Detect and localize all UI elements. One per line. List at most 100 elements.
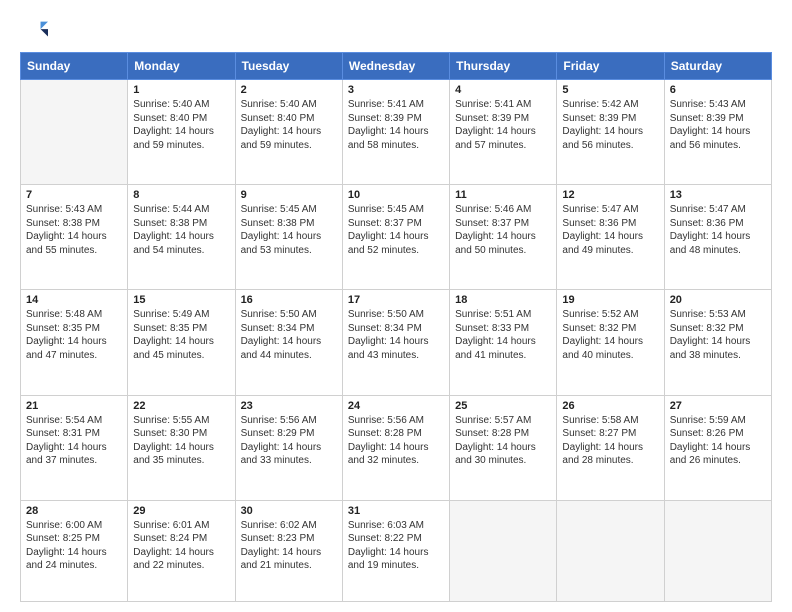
logo-icon [20,16,48,44]
calendar-cell: 12 Sunrise: 5:47 AM Sunset: 8:36 PM Dayli… [557,185,664,290]
calendar-table: SundayMondayTuesdayWednesdayThursdayFrid… [20,52,772,602]
calendar-cell: 2 Sunrise: 5:40 AM Sunset: 8:40 PM Daylig… [235,80,342,185]
calendar-week-row: 14 Sunrise: 5:48 AM Sunset: 8:35 PM Dayli… [21,290,772,395]
day-info: Sunrise: 5:59 AM Sunset: 8:26 PM Dayligh… [670,414,766,468]
calendar-cell: 27 Sunrise: 5:59 AM Sunset: 8:26 PM Dayli… [664,395,771,500]
calendar-week-row: 1 Sunrise: 5:40 AM Sunset: 8:40 PM Daylig… [21,80,772,185]
day-info: Sunrise: 5:57 AM Sunset: 8:28 PM Dayligh… [455,414,551,468]
calendar-cell: 3 Sunrise: 5:41 AM Sunset: 8:39 PM Daylig… [342,80,449,185]
day-info: Sunrise: 5:41 AM Sunset: 8:39 PM Dayligh… [455,98,551,152]
calendar-week-row: 21 Sunrise: 5:54 AM Sunset: 8:31 PM Dayli… [21,395,772,500]
calendar-cell [21,80,128,185]
day-number: 3 [348,84,444,96]
day-info: Sunrise: 5:40 AM Sunset: 8:40 PM Dayligh… [241,98,337,152]
day-number: 19 [562,294,658,306]
day-info: Sunrise: 5:47 AM Sunset: 8:36 PM Dayligh… [670,203,766,257]
calendar-cell: 17 Sunrise: 5:50 AM Sunset: 8:34 PM Dayli… [342,290,449,395]
calendar-cell: 13 Sunrise: 5:47 AM Sunset: 8:36 PM Dayli… [664,185,771,290]
calendar-cell: 4Sunrise: 5:41 AM Sunset: 8:39 PM Daylig… [450,80,557,185]
calendar-cell: 9 Sunrise: 5:45 AM Sunset: 8:38 PM Daylig… [235,185,342,290]
calendar-day-header: Friday [557,53,664,80]
calendar-cell: 1 Sunrise: 5:40 AM Sunset: 8:40 PM Daylig… [128,80,235,185]
day-info: Sunrise: 6:01 AM Sunset: 8:24 PM Dayligh… [133,519,229,573]
calendar-cell: 18Sunrise: 5:51 AM Sunset: 8:33 PM Dayli… [450,290,557,395]
calendar-cell: 15 Sunrise: 5:49 AM Sunset: 8:35 PM Dayli… [128,290,235,395]
day-number: 30 [241,505,337,517]
day-number: 23 [241,400,337,412]
day-info: Sunrise: 5:58 AM Sunset: 8:27 PM Dayligh… [562,414,658,468]
day-number: 16 [241,294,337,306]
day-number: 27 [670,400,766,412]
day-info: Sunrise: 5:47 AM Sunset: 8:36 PM Dayligh… [562,203,658,257]
page: SundayMondayTuesdayWednesdayThursdayFrid… [0,0,792,612]
day-number: 31 [348,505,444,517]
day-number: 14 [26,294,122,306]
day-number: 24 [348,400,444,412]
day-info: Sunrise: 5:49 AM Sunset: 8:35 PM Dayligh… [133,308,229,362]
calendar-header-row: SundayMondayTuesdayWednesdayThursdayFrid… [21,53,772,80]
day-number: 1 [133,84,229,96]
calendar-cell: 14 Sunrise: 5:48 AM Sunset: 8:35 PM Dayli… [21,290,128,395]
day-number: 28 [26,505,122,517]
day-info: Sunrise: 5:46 AM Sunset: 8:37 PM Dayligh… [455,203,551,257]
day-info: Sunrise: 5:54 AM Sunset: 8:31 PM Dayligh… [26,414,122,468]
day-number: 5 [562,84,658,96]
day-info: Sunrise: 5:48 AM Sunset: 8:35 PM Dayligh… [26,308,122,362]
day-number: 15 [133,294,229,306]
day-number: 11 [455,189,551,201]
day-number: 12 [562,189,658,201]
calendar-cell: 26 Sunrise: 5:58 AM Sunset: 8:27 PM Dayli… [557,395,664,500]
day-info: Sunrise: 5:44 AM Sunset: 8:38 PM Dayligh… [133,203,229,257]
calendar-cell: 8 Sunrise: 5:44 AM Sunset: 8:38 PM Daylig… [128,185,235,290]
day-info: Sunrise: 5:45 AM Sunset: 8:37 PM Dayligh… [348,203,444,257]
calendar-cell [664,500,771,601]
day-info: Sunrise: 5:41 AM Sunset: 8:39 PM Dayligh… [348,98,444,152]
day-number: 10 [348,189,444,201]
day-number: 13 [670,189,766,201]
calendar-cell: 11 Sunrise: 5:46 AM Sunset: 8:37 PM Dayli… [450,185,557,290]
calendar-week-row: 28 Sunrise: 6:00 AM Sunset: 8:25 PM Dayli… [21,500,772,601]
calendar-cell: 25 Sunrise: 5:57 AM Sunset: 8:28 PM Dayli… [450,395,557,500]
day-number: 21 [26,400,122,412]
day-info: Sunrise: 5:50 AM Sunset: 8:34 PM Dayligh… [348,308,444,362]
day-number: 26 [562,400,658,412]
calendar-cell: 28 Sunrise: 6:00 AM Sunset: 8:25 PM Dayli… [21,500,128,601]
calendar-cell: 21 Sunrise: 5:54 AM Sunset: 8:31 PM Dayli… [21,395,128,500]
day-number: 29 [133,505,229,517]
day-info: Sunrise: 5:42 AM Sunset: 8:39 PM Dayligh… [562,98,658,152]
day-info: Sunrise: 6:02 AM Sunset: 8:23 PM Dayligh… [241,519,337,573]
calendar-day-header: Saturday [664,53,771,80]
calendar-week-row: 7Sunrise: 5:43 AM Sunset: 8:38 PM Daylig… [21,185,772,290]
day-info: Sunrise: 5:53 AM Sunset: 8:32 PM Dayligh… [670,308,766,362]
day-number: 7 [26,189,122,201]
calendar-cell [557,500,664,601]
calendar-day-header: Sunday [21,53,128,80]
day-info: Sunrise: 5:45 AM Sunset: 8:38 PM Dayligh… [241,203,337,257]
day-number: 17 [348,294,444,306]
day-info: Sunrise: 5:40 AM Sunset: 8:40 PM Dayligh… [133,98,229,152]
day-info: Sunrise: 5:52 AM Sunset: 8:32 PM Dayligh… [562,308,658,362]
calendar-day-header: Wednesday [342,53,449,80]
calendar-cell [450,500,557,601]
calendar-cell: 30 Sunrise: 6:02 AM Sunset: 8:23 PM Dayli… [235,500,342,601]
day-info: Sunrise: 6:00 AM Sunset: 8:25 PM Dayligh… [26,519,122,573]
calendar-day-header: Tuesday [235,53,342,80]
calendar-cell: 19 Sunrise: 5:52 AM Sunset: 8:32 PM Dayli… [557,290,664,395]
calendar-cell: 24Sunrise: 5:56 AM Sunset: 8:28 PM Dayli… [342,395,449,500]
day-number: 25 [455,400,551,412]
calendar-cell: 5 Sunrise: 5:42 AM Sunset: 8:39 PM Daylig… [557,80,664,185]
day-info: Sunrise: 5:43 AM Sunset: 8:39 PM Dayligh… [670,98,766,152]
day-number: 18 [455,294,551,306]
calendar-cell: 22Sunrise: 5:55 AM Sunset: 8:30 PM Dayli… [128,395,235,500]
calendar-cell: 10 Sunrise: 5:45 AM Sunset: 8:37 PM Dayli… [342,185,449,290]
calendar-cell: 20Sunrise: 5:53 AM Sunset: 8:32 PM Dayli… [664,290,771,395]
day-number: 9 [241,189,337,201]
day-number: 8 [133,189,229,201]
day-number: 2 [241,84,337,96]
logo [20,16,52,44]
day-info: Sunrise: 6:03 AM Sunset: 8:22 PM Dayligh… [348,519,444,573]
day-number: 22 [133,400,229,412]
calendar-cell: 31 Sunrise: 6:03 AM Sunset: 8:22 PM Dayli… [342,500,449,601]
calendar-cell: 6Sunrise: 5:43 AM Sunset: 8:39 PM Daylig… [664,80,771,185]
calendar-cell: 29 Sunrise: 6:01 AM Sunset: 8:24 PM Dayli… [128,500,235,601]
